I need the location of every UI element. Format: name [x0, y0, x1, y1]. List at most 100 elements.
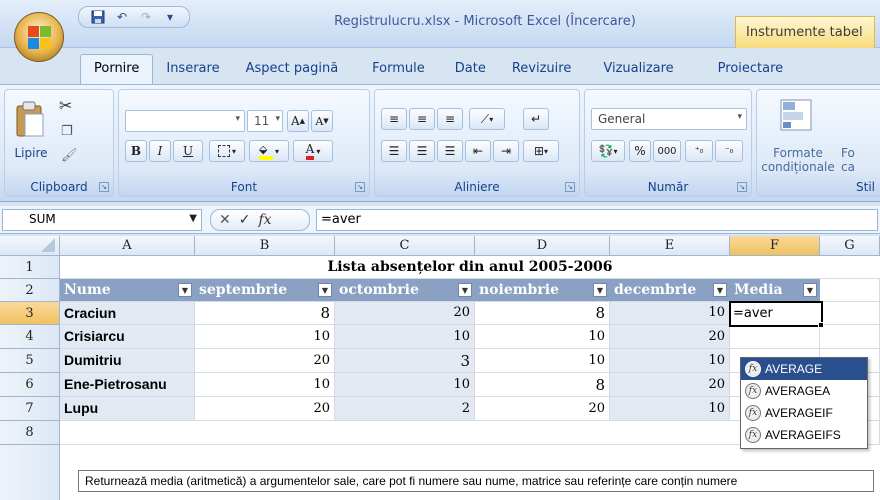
cell-name[interactable]: Crisiarcu [60, 325, 195, 349]
borders-button[interactable]: ▾ [209, 140, 245, 162]
filter-dropdown-icon[interactable]: ▼ [803, 283, 817, 297]
increase-indent-button[interactable]: ⇥ [493, 140, 519, 162]
wrap-text-button[interactable]: ↵ [523, 108, 549, 130]
decrease-indent-button[interactable]: ⇤ [465, 140, 491, 162]
cell-value[interactable]: 8 [195, 302, 335, 325]
row-header-4[interactable]: 4 [0, 325, 60, 349]
filter-dropdown-icon[interactable]: ▼ [713, 283, 727, 297]
cell-value[interactable]: 10 [195, 325, 335, 349]
filter-dropdown-icon[interactable]: ▼ [593, 283, 607, 297]
cell-value[interactable]: 10 [610, 302, 730, 325]
align-center-button[interactable]: ☰ [409, 140, 435, 162]
row-header-1[interactable]: 1 [0, 256, 60, 279]
cell-name[interactable]: Ene-Pietrosanu [60, 373, 195, 397]
filter-dropdown-icon[interactable]: ▼ [318, 283, 332, 297]
accounting-format-button[interactable]: 💱 ▾ [591, 140, 625, 162]
row-header-8[interactable]: 8 [0, 421, 60, 445]
column-header-c[interactable]: C [335, 236, 475, 256]
header-septembrie[interactable]: septembrie ▼ [195, 279, 335, 302]
cell-name[interactable]: Craciun [60, 302, 195, 325]
alignment-launcher-icon[interactable]: ↘ [565, 182, 575, 192]
tab-data[interactable]: Date [442, 54, 499, 84]
align-right-button[interactable]: ☰ [437, 140, 463, 162]
autocomplete-item-averagea[interactable]: fx AVERAGEA [741, 380, 867, 402]
paste-icon[interactable] [13, 100, 47, 140]
fill-handle[interactable] [818, 322, 824, 328]
row-header-6[interactable]: 6 [0, 373, 60, 397]
tab-review[interactable]: Revizuire [499, 54, 584, 84]
number-format-combo[interactable]: General ▾ [591, 108, 747, 130]
shrink-font-button[interactable]: A ▼ [311, 110, 333, 132]
grow-font-button[interactable]: A ▲ [287, 110, 309, 132]
orientation-button[interactable]: ⟋ ▾ [469, 108, 505, 130]
increase-decimal-button[interactable]: ⁺₀ [685, 140, 713, 162]
conditional-formatting-icon[interactable] [779, 98, 813, 132]
tab-home[interactable]: Pornire [80, 54, 154, 84]
column-header-d[interactable]: D [475, 236, 610, 256]
bold-button[interactable]: B [125, 140, 147, 162]
cell-value[interactable]: 2 [335, 397, 475, 421]
select-all-corner[interactable] [0, 236, 60, 256]
cell-value[interactable]: 10 [335, 373, 475, 397]
cell-value[interactable]: 3 [335, 349, 475, 373]
cell-name[interactable]: Dumitriu [60, 349, 195, 373]
name-box[interactable]: SUM ▼ [2, 209, 202, 231]
format-as-table-label-1[interactable]: Fo [841, 146, 871, 160]
sheet-title[interactable]: Lista absențelor din anul 2005-2006 [60, 256, 880, 279]
cell-value[interactable]: 8 [475, 302, 610, 325]
column-header-b[interactable]: B [195, 236, 335, 256]
percent-style-button[interactable]: % [629, 140, 651, 162]
cell-f4[interactable] [730, 325, 820, 349]
cell-value[interactable]: 20 [610, 325, 730, 349]
office-button[interactable] [14, 12, 64, 62]
cell-value[interactable]: 10 [335, 325, 475, 349]
cell-value[interactable]: 20 [195, 349, 335, 373]
insert-function-icon[interactable]: fx [258, 212, 271, 228]
cell-value[interactable]: 10 [610, 349, 730, 373]
number-launcher-icon[interactable]: ↘ [737, 182, 747, 192]
font-name-combo[interactable]: ▾ [125, 110, 245, 132]
tab-formulas[interactable]: Formule [359, 54, 438, 84]
column-header-e[interactable]: E [610, 236, 730, 256]
autocomplete-item-averageif[interactable]: fx AVERAGEIF [741, 402, 867, 424]
copy-icon[interactable]: ❐ [61, 124, 73, 139]
merge-center-button[interactable]: ⊞ ▾ [523, 140, 559, 162]
row-header-2[interactable]: 2 [0, 279, 60, 302]
tab-view[interactable]: Vizualizare [590, 54, 686, 84]
autocomplete-item-averageifs[interactable]: fx AVERAGEIFS [741, 424, 867, 446]
row-header-7[interactable]: 7 [0, 397, 60, 421]
format-painter-icon[interactable]: 🖌 [61, 148, 78, 163]
cell-value[interactable]: 8 [475, 373, 610, 397]
font-color-button[interactable]: A ▾ [293, 140, 333, 162]
font-launcher-icon[interactable]: ↘ [355, 182, 365, 192]
filter-dropdown-icon[interactable]: ▼ [178, 283, 192, 297]
filter-dropdown-icon[interactable]: ▼ [458, 283, 472, 297]
cancel-icon[interactable]: ✕ [219, 212, 231, 228]
cell-value[interactable]: 20 [475, 397, 610, 421]
cut-icon[interactable]: ✂ [59, 96, 72, 115]
header-octombrie[interactable]: octombrie ▼ [335, 279, 475, 302]
active-cell-f3[interactable]: =aver [729, 301, 823, 327]
cell-g3[interactable] [820, 302, 880, 325]
conditional-formatting-label-2[interactable]: condiționale [757, 160, 839, 174]
header-nume[interactable]: Nume ▼ [60, 279, 195, 302]
header-media[interactable]: Media ▼ [730, 279, 820, 302]
row-header-3[interactable]: 3 [0, 302, 60, 325]
context-tab-table-tools[interactable]: Instrumente tabel [735, 16, 875, 48]
tab-design[interactable]: Proiectare [705, 54, 797, 84]
autocomplete-item-average[interactable]: fx AVERAGE [741, 358, 867, 380]
cell-value[interactable]: 20 [195, 397, 335, 421]
header-decembrie[interactable]: decembrie ▼ [610, 279, 730, 302]
align-middle-button[interactable]: ≡ [409, 108, 435, 130]
cell-value[interactable]: 10 [195, 373, 335, 397]
format-as-table-label-2[interactable]: ca [841, 160, 871, 174]
column-header-f[interactable]: F [730, 236, 820, 256]
align-top-button[interactable]: ≡ [381, 108, 407, 130]
cell-value[interactable]: 10 [475, 325, 610, 349]
paste-label[interactable]: Lipire [11, 146, 51, 160]
name-box-dropdown-icon[interactable]: ▼ [189, 213, 197, 224]
cell-g2[interactable] [820, 279, 880, 302]
align-left-button[interactable]: ☰ [381, 140, 407, 162]
enter-icon[interactable]: ✓ [239, 212, 251, 228]
decrease-decimal-button[interactable]: ⁻₀ [715, 140, 743, 162]
